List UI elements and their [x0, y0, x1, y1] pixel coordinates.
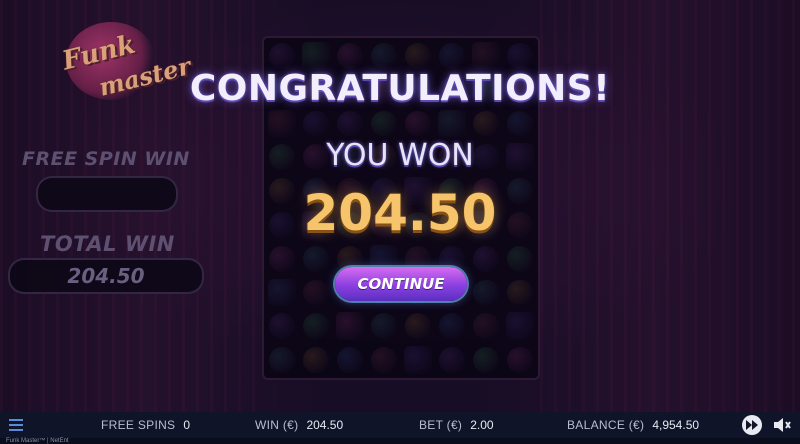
win-value: 204.50	[306, 418, 344, 432]
bet-stat: BET (€) 2.00	[419, 418, 494, 432]
speaker-icon[interactable]	[772, 416, 792, 434]
bet-value: 2.00	[470, 418, 494, 432]
win-label: WIN (€)	[255, 418, 299, 432]
game-stage: Funk master FREE SPIN WIN TOTAL WIN 204.…	[0, 0, 800, 412]
free-spins-label: FREE SPINS	[101, 418, 176, 432]
total-win-display: 204.50	[8, 258, 204, 294]
free-spins-stat: FREE SPINS 0	[101, 418, 190, 432]
free-spins-value: 0	[183, 418, 191, 432]
you-won-subtitle: YOU WON	[326, 138, 474, 173]
bet-label: BET (€)	[419, 418, 463, 432]
continue-button[interactable]: CONTINUE	[335, 267, 467, 301]
fast-forward-icon[interactable]	[742, 415, 762, 435]
total-win-value: 204.50	[67, 264, 145, 288]
congratulations-title: CONGRATULATIONS!	[189, 68, 611, 109]
balance-stat: BALANCE (€) 4,954.50	[567, 418, 699, 432]
status-bar: FREE SPINS 0 WIN (€) 204.50 BET (€) 2.00 BA…	[0, 412, 800, 438]
footer-bar: Funk Master™ | NetEnt	[0, 438, 800, 444]
balance-value: 4,954.50	[652, 418, 700, 432]
balance-label: BALANCE (€)	[567, 418, 645, 432]
footer-text: Funk Master™ | NetEnt	[6, 438, 69, 444]
hamburger-icon[interactable]	[9, 419, 23, 431]
win-stat: WIN (€) 204.50	[255, 418, 343, 432]
win-amount: 204.50	[303, 184, 497, 242]
